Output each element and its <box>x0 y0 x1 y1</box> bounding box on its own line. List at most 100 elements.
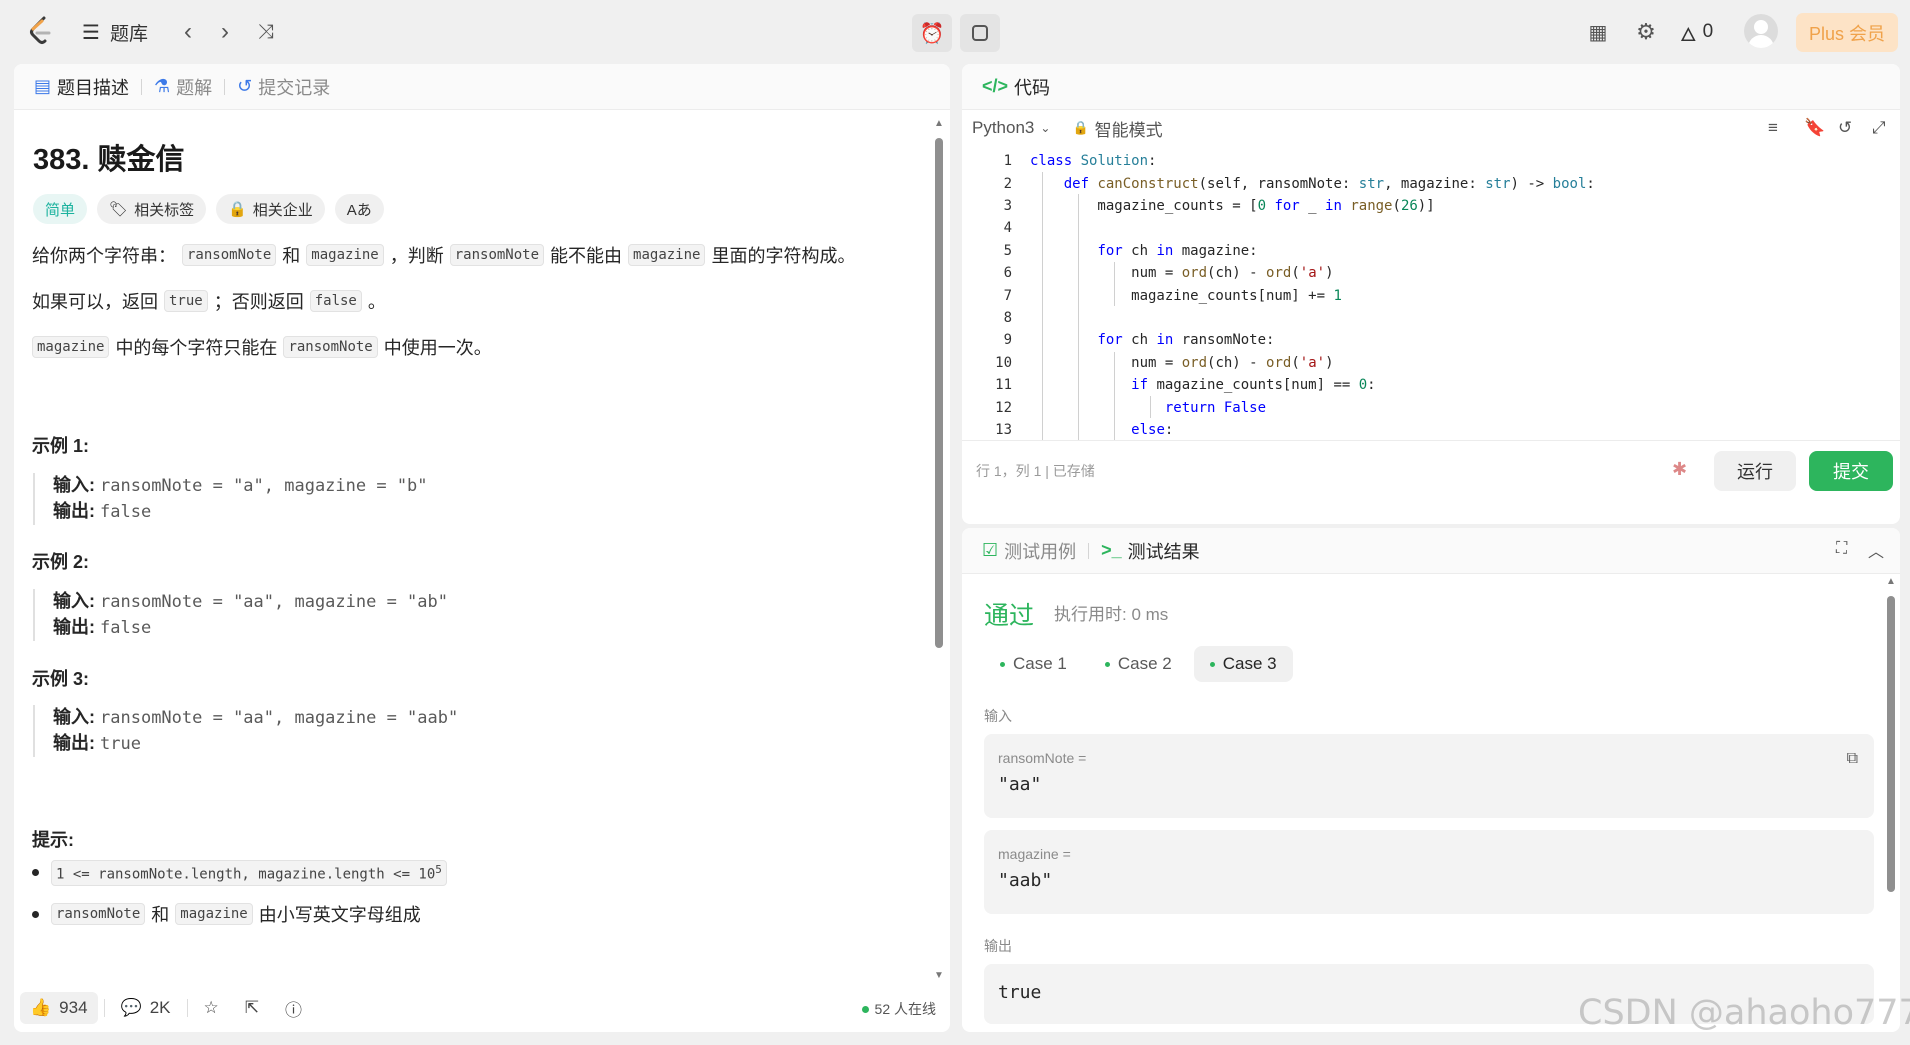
bullet-dot <box>32 910 39 918</box>
list-icon: ☰ <box>82 21 100 44</box>
streak-counter[interactable]: 🜂 0 <box>1680 16 1713 48</box>
settings-button[interactable]: ⚙ <box>1630 16 1662 48</box>
statement-text: 和 <box>282 246 301 266</box>
case-tab-3[interactable]: Case 3 <box>1193 646 1293 682</box>
run-button[interactable]: 运行 <box>1714 451 1796 491</box>
related-companies-button[interactable]: 🔒 相关企业 <box>216 194 325 224</box>
plus-member-button[interactable]: Plus 会员 <box>1796 13 1898 52</box>
tab-submissions[interactable]: ↺ 提交记录 <box>233 74 334 100</box>
output-label: 输出: <box>53 617 95 637</box>
line-number: 5 <box>1003 242 1012 259</box>
flask-icon: ⚗ <box>154 76 171 96</box>
statement-text: 给你两个字符串： <box>32 246 176 266</box>
output-value: true <box>998 982 1042 1003</box>
input-value: ransomNote = "a", magazine = "b" <box>100 476 428 496</box>
fullscreen-icon[interactable]: ⛶ <box>1836 540 1847 558</box>
tab-solutions[interactable]: ⚗ 题解 <box>150 74 216 100</box>
line-number: 1 <box>1003 153 1012 170</box>
inline-code: magazine <box>306 244 384 266</box>
example-2-block: 输入: ransomNote = "aa", magazine = "ab" 输… <box>33 589 448 641</box>
inline-code: false <box>309 290 362 312</box>
input-value: ransomNote = "aa", magazine = "ab" <box>100 592 449 612</box>
thumbs-up-icon: 👍 <box>30 998 52 1017</box>
online-label: 52 人在线 <box>874 1001 936 1017</box>
hint-item-2: ransomNote 和 magazine 由小写英文字母组成 <box>32 901 421 927</box>
param-ransomnote-box: ransomNote = "aa" ⧉ <box>984 734 1874 818</box>
tab-description[interactable]: ▤ 题目描述 <box>30 74 133 100</box>
related-companies-label: 相关企业 <box>252 201 313 219</box>
inline-code: ransomNote <box>182 244 277 266</box>
next-problem-button[interactable]: › <box>209 16 241 48</box>
input-label: 输入: <box>53 707 95 727</box>
leetcode-logo[interactable] <box>24 14 58 48</box>
code-line: 7 magazine_counts[num] += 1 <box>962 284 1900 306</box>
case-tab-2[interactable]: Case 2 <box>1089 646 1188 682</box>
problem-bank-label: 题库 <box>109 23 148 45</box>
code-line: 9 for ch in ransomNote: <box>962 329 1900 351</box>
inline-code: magazine <box>175 903 253 925</box>
question-icon: ⓘ <box>285 1000 303 1020</box>
scroll-up-arrow[interactable]: ▲ <box>934 118 944 129</box>
help-button[interactable]: ⓘ <box>275 990 312 1027</box>
document-icon: ▤ <box>34 76 52 96</box>
grid-icon: ▦ <box>1588 21 1608 44</box>
timer-button[interactable]: ⏰ <box>912 14 952 52</box>
debug-icon[interactable]: ✱ <box>1672 459 1687 480</box>
copy-icon[interactable]: ⧉ <box>1847 750 1858 768</box>
bookmark-icon[interactable]: 🔖 <box>1804 118 1825 138</box>
notes-button[interactable] <box>960 14 1000 52</box>
format-icon[interactable]: ≡ <box>1768 118 1778 138</box>
line-number: 12 <box>995 399 1012 416</box>
inline-code: magazine <box>628 244 706 266</box>
scroll-up-arrow[interactable]: ▲ <box>1886 576 1896 587</box>
prev-problem-button[interactable]: ‹ <box>172 16 204 48</box>
output-label: 输出: <box>53 733 95 753</box>
layout-button[interactable]: ▦ <box>1582 16 1614 48</box>
line-number: 2 <box>1003 175 1012 192</box>
test-result-panel: ☑ 测试用例 >_ 测试结果 ⛶ ︿ 通过 执行用时: 0 ms Case 1 … <box>962 528 1900 1032</box>
language-label: Python3 <box>972 118 1035 137</box>
tag-icon: 🏷 <box>109 201 129 218</box>
code-line: 3 magazine_counts = [0 for _ in range(26… <box>962 195 1900 217</box>
collapse-icon[interactable]: ︿ <box>1868 538 1884 562</box>
tab-testcase[interactable]: ☑ 测试用例 <box>978 538 1080 564</box>
tab-submissions-label: 提交记录 <box>258 77 331 98</box>
submit-button[interactable]: 提交 <box>1809 451 1893 491</box>
line-number: 8 <box>1003 309 1012 326</box>
inline-code: ransomNote <box>283 336 378 358</box>
scrollbar-thumb[interactable] <box>1887 596 1895 892</box>
avatar[interactable] <box>1744 14 1778 48</box>
tab-divider <box>141 78 143 95</box>
code-area[interactable]: 1 class Solution: 2 def canConstruct(self… <box>962 150 1900 440</box>
scrollbar-thumb[interactable] <box>935 138 943 648</box>
hint-item-1: 1 <= ransomNote.length, magazine.length … <box>32 860 453 886</box>
language-select[interactable]: Python3 ⌄ <box>972 118 1050 138</box>
line-number: 13 <box>995 421 1012 438</box>
description-scrollbar[interactable]: ▲ ▼ <box>934 114 944 984</box>
tab-test-result[interactable]: >_ 测试结果 <box>1097 538 1204 564</box>
favorite-button[interactable]: ☆ <box>194 992 229 1024</box>
problem-bank-button[interactable]: ☰ 题库 <box>82 16 148 48</box>
scroll-down-arrow[interactable]: ▼ <box>934 970 944 981</box>
tab-code[interactable]: </> 代码 <box>978 74 1054 100</box>
expand-icon[interactable]: ⤢ <box>1872 118 1886 138</box>
comments-button[interactable]: 💬 2K <box>111 992 181 1024</box>
translate-button[interactable]: Aあ <box>334 194 384 224</box>
description-footer: 👍 934 💬 2K ☆ ⇱ ⓘ 52 人在线 <box>14 984 950 1032</box>
code-line: 1 class Solution: <box>962 150 1900 172</box>
editor-toolbar: Python3 ⌄ 🔒 智能模式 ≡ 🔖 ↺ ⤢ <box>972 110 1892 146</box>
code-line: 10 num = ord(ch) - ord('a') <box>962 352 1900 374</box>
result-tabs: ☑ 测试用例 >_ 测试结果 ⛶ ︿ <box>962 528 1900 574</box>
random-problem-button[interactable]: ⤨ <box>250 16 282 48</box>
related-tags-button[interactable]: 🏷 相关标签 <box>97 194 207 224</box>
share-button[interactable]: ⇱ <box>235 992 269 1024</box>
smart-mode-toggle[interactable]: 🔒 智能模式 <box>1072 116 1162 141</box>
like-button[interactable]: 👍 934 <box>20 992 98 1024</box>
statement-text: 能不能由 <box>550 246 623 266</box>
reset-icon[interactable]: ↺ <box>1838 118 1852 138</box>
chevron-right-icon: › <box>221 18 229 45</box>
watermark: CSDN @ahaoho777 <box>1578 993 1910 1033</box>
chevron-down-icon: ⌄ <box>1040 121 1051 135</box>
case-tab-1[interactable]: Case 1 <box>984 646 1083 682</box>
result-scrollbar[interactable]: ▲ <box>1886 576 1896 1026</box>
